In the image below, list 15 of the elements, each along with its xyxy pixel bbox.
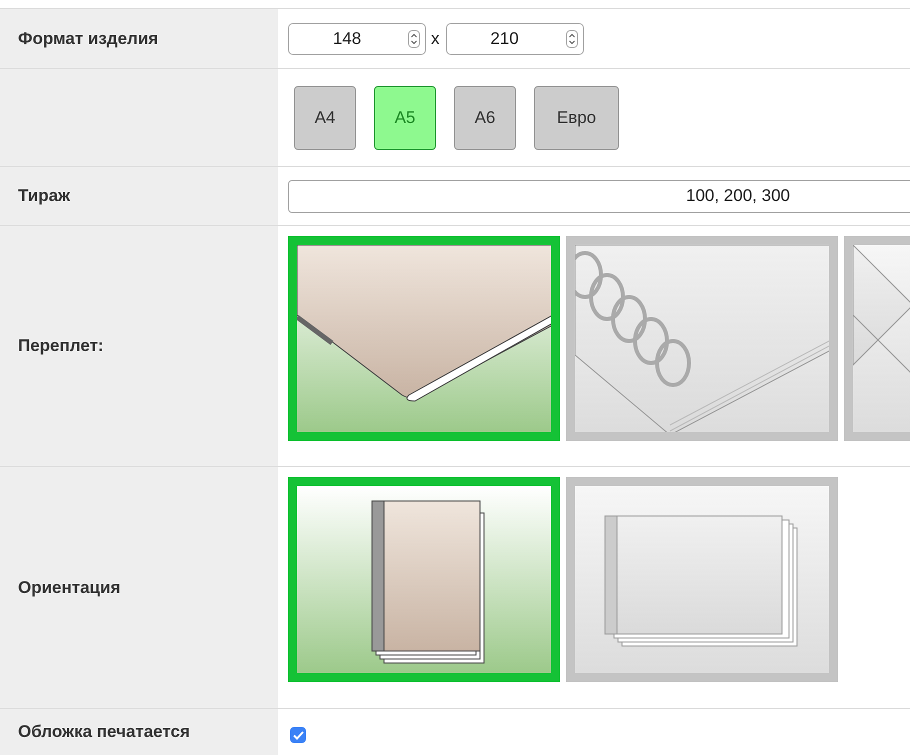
format-button[interactable]: A6 [454, 86, 516, 150]
field-label: Ориентация [18, 578, 120, 598]
stepper-icon [566, 30, 578, 48]
format-button[interactable]: Евро [534, 86, 619, 150]
field-label: Тираж [18, 186, 70, 206]
field-label: Формат изделия [18, 28, 158, 48]
height-field[interactable]: 210 [446, 22, 584, 54]
stepper-icon [408, 30, 420, 48]
times-sign: x [431, 28, 440, 48]
field-label: Обложка печатается [18, 722, 190, 742]
field-label: Переплет: [18, 336, 104, 356]
checkbox[interactable] [290, 727, 306, 743]
format-button[interactable]: A4 [294, 86, 356, 150]
width-field[interactable]: 148 [288, 22, 426, 54]
quantity-field[interactable]: 100, 200, 300 [288, 180, 910, 212]
